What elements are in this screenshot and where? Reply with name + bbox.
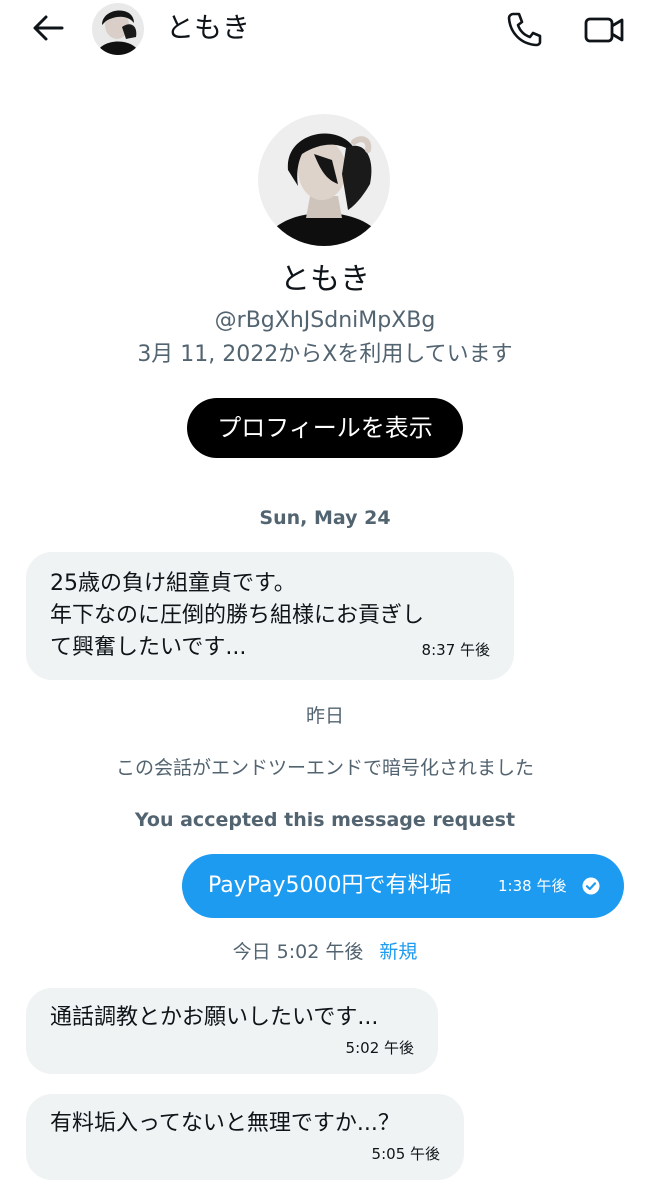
day-separator-yesterday: 昨日 <box>305 705 344 727</box>
video-camera-icon <box>584 17 624 43</box>
message-bubble-incoming[interactable]: 通話調教とかお願いしたいです... 5:02 午後 <box>26 988 438 1074</box>
message-text: 有料垢入ってないと無理ですか...？ <box>50 1111 400 1136</box>
message-text: PayPay5000円で有料垢 <box>208 873 452 898</box>
conversation-header: ともき <box>0 0 650 56</box>
message-timestamp: 5:05 午後 <box>371 1145 440 1163</box>
header-avatar[interactable] <box>92 3 144 55</box>
message-text: 通話調教とかお願いしたいです... <box>50 1005 379 1030</box>
today-separator: 今日 5:02 午後 新規 <box>0 938 650 966</box>
arrow-left-icon <box>33 15 64 41</box>
message-bubble-incoming[interactable]: 25歳の負け組童貞です。 年下なのに圧倒的勝ち組様にお貢ぎし て興奮したいです.… <box>26 552 514 680</box>
message-timestamp: 1:38 午後 <box>498 877 567 895</box>
profile-joined-date: 3月 11, 2022からXを利用しています <box>137 342 513 367</box>
avatar-image <box>92 3 144 55</box>
today-label: 今日 5:02 午後 <box>232 941 364 963</box>
video-call-button[interactable] <box>582 10 626 48</box>
message-bubble-outgoing[interactable]: PayPay5000円で有料垢 1:38 午後 <box>182 854 624 918</box>
request-accepted-notice: You accepted this message request <box>134 809 516 831</box>
message-timestamp: 5:02 午後 <box>345 1039 414 1057</box>
phone-icon <box>507 12 542 47</box>
date-separator: Sun, May 24 <box>259 507 391 529</box>
profile-handle: @rBgXhJSdniMpXBg <box>214 308 436 333</box>
view-profile-button[interactable]: プロフィールを表示 <box>187 398 463 458</box>
profile-avatar[interactable] <box>258 114 390 246</box>
new-messages-label: 新規 <box>379 941 418 963</box>
header-name[interactable]: ともき <box>166 12 250 44</box>
check-circle-icon <box>582 877 600 895</box>
avatar-image <box>258 114 390 246</box>
back-button[interactable] <box>28 10 68 46</box>
profile-name: ともき <box>280 262 370 297</box>
encryption-notice: この会話がエンドツーエンドで暗号化されました <box>115 757 534 779</box>
message-timestamp: 8:37 午後 <box>421 641 490 659</box>
call-button[interactable] <box>504 10 544 48</box>
message-bubble-incoming[interactable]: 有料垢入ってないと無理ですか...？ 5:05 午後 <box>26 1094 464 1180</box>
dm-conversation-page: ともき ともき @rBgXhJSdniMpXBg 3月 11, 2022からXを <box>0 0 650 1199</box>
